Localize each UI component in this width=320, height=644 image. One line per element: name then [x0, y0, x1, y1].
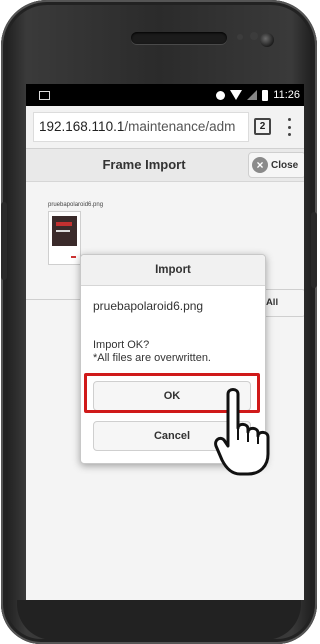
thumbnail-red-band: [56, 222, 72, 226]
signal-icon: [247, 90, 258, 100]
page-title: Frame Import: [102, 157, 186, 172]
close-button[interactable]: × Close: [248, 152, 304, 178]
url-path: /maintenance/adm: [124, 119, 236, 134]
frame-thumbnail[interactable]: [48, 211, 81, 265]
do-not-disturb-icon: [216, 90, 226, 100]
power-button: [311, 212, 317, 288]
dialog-warning: *All files are overwritten.: [93, 352, 211, 364]
browser-toolbar: 192.168.110.1/maintenance/adm 2: [26, 106, 304, 149]
close-label: Close: [271, 159, 299, 171]
phone-chin: [17, 600, 301, 640]
status-icons: 11:26: [216, 88, 300, 102]
thumbnail-image: [52, 216, 77, 246]
pointing-hand-icon: [214, 388, 270, 476]
proximity-sensor: [237, 34, 243, 40]
close-icon: ×: [252, 157, 268, 173]
battery-icon: [262, 89, 269, 101]
front-camera: [260, 33, 274, 47]
dialog-filename: pruebapolaroid6.png: [93, 299, 204, 313]
clock: 11:26: [273, 89, 300, 101]
dialog-message: Import OK?: [93, 339, 150, 351]
url-bar[interactable]: 192.168.110.1/maintenance/adm: [33, 112, 249, 142]
status-bar: 11:26: [26, 84, 304, 106]
dialog-title: Import: [81, 255, 265, 286]
wifi-icon: [230, 90, 243, 100]
frame-file-label: pruebapolaroid6.png: [48, 202, 104, 208]
thumbnail-text-line: [56, 230, 70, 232]
light-sensor: [250, 32, 258, 40]
url-host: 192.168.110.1: [39, 119, 125, 134]
notification-icon: [39, 91, 50, 100]
thumbnail-mark: [71, 256, 76, 258]
page-header: Frame Import × Close: [26, 149, 304, 182]
earpiece-speaker: [131, 32, 227, 44]
tab-switcher-button[interactable]: 2: [254, 118, 271, 135]
volume-button: [1, 202, 7, 280]
browser-menu-icon[interactable]: [288, 118, 292, 136]
